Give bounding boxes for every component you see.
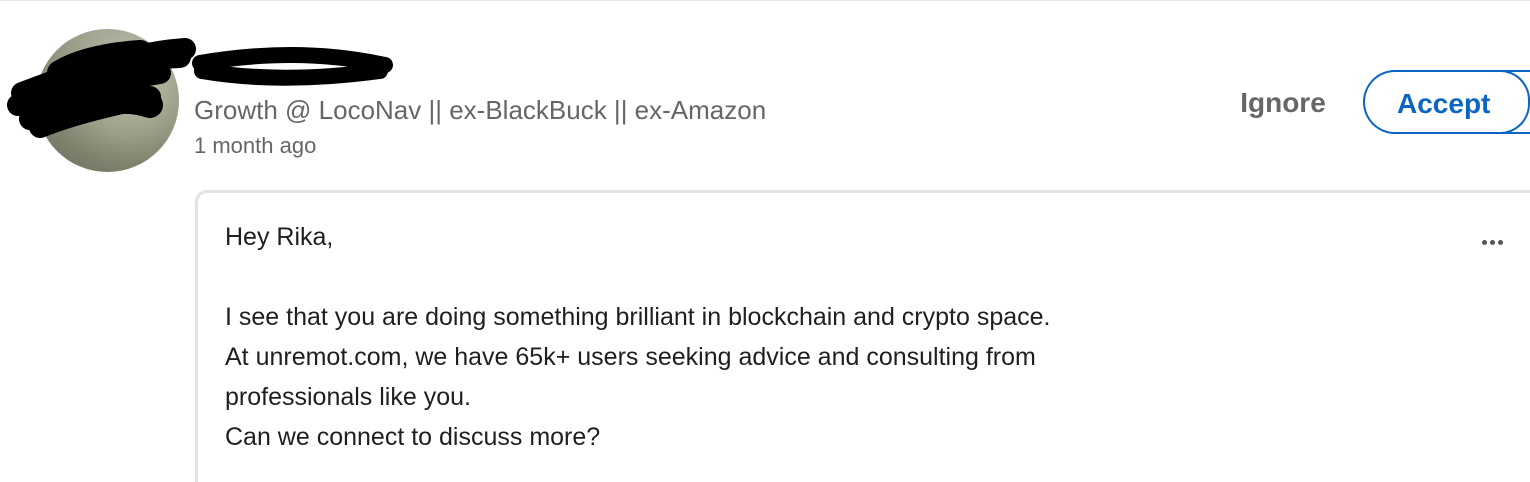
ignore-button[interactable]: Ignore [1218, 71, 1348, 135]
avatar-photo [36, 29, 179, 172]
accept-button-label: Accept [1397, 88, 1491, 119]
sender-name[interactable] [194, 45, 394, 81]
message-box: Hey Rika, I see that you are doing somet… [195, 190, 1530, 482]
sender-headline: Growth @ LocoNav || ex-BlackBuck || ex-A… [194, 95, 767, 125]
invitation-time: 1 month ago [194, 133, 317, 158]
invitation-card: Growth @ LocoNav || ex-BlackBuck || ex-A… [0, 0, 1530, 482]
dot [1489, 239, 1495, 245]
accept-button[interactable]: Accept [1363, 70, 1530, 134]
message-text: Hey Rika, I see that you are doing somet… [225, 217, 1051, 457]
dot [1481, 239, 1487, 245]
message-body: I see that you are doing something brill… [225, 303, 1051, 451]
avatar[interactable] [36, 29, 179, 172]
message-greeting: Hey Rika, [225, 223, 334, 251]
dot [1497, 239, 1503, 245]
more-horizontal-icon[interactable] [1472, 225, 1512, 255]
